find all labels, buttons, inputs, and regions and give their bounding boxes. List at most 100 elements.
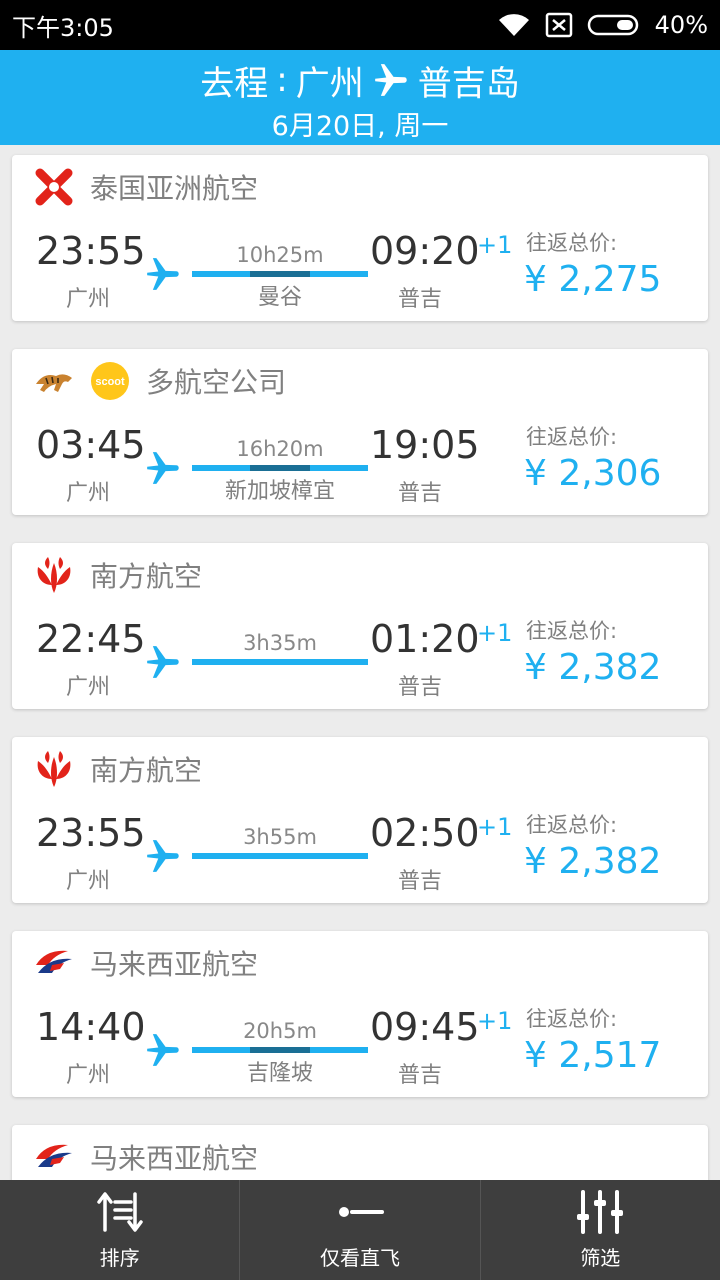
battery-level: 40%	[654, 11, 708, 39]
flight-duration: 3h55m	[243, 825, 317, 849]
flight-card[interactable]: 泰国亚洲航空 23:55 广州 10h25m 曼谷 09:20 +1 普吉 往返…	[12, 155, 708, 321]
airline-name: 南方航空	[90, 560, 203, 593]
arrival-time: 19:05	[370, 423, 480, 467]
airline-row: 泰国亚洲航空	[34, 165, 258, 209]
arrival-city: 普吉	[398, 675, 443, 700]
flight-card[interactable]: 马来西亚航空	[12, 1125, 708, 1180]
route-line	[192, 1047, 368, 1053]
sort-icon	[96, 1191, 143, 1232]
arrival-city: 普吉	[398, 287, 443, 312]
airplane-icon	[147, 1034, 179, 1066]
route-origin: 广州	[295, 63, 364, 104]
flight-card[interactable]: 南方航空 23:55 广州 3h55m 02:50 +1 普吉 往返总价: ¥ …	[12, 737, 708, 903]
route-separator: :	[276, 60, 288, 100]
china-southern-logo	[37, 557, 71, 593]
airplane-icon	[147, 452, 179, 484]
price-label: 往返总价:	[526, 425, 618, 449]
route-title: 去程 : 广州 普吉岛	[0, 58, 720, 104]
price-label: 往返总价:	[526, 813, 618, 837]
scoot-logo: scoot	[91, 362, 129, 400]
arrival-time: 09:45	[370, 1005, 480, 1049]
departure-time: 22:45	[36, 617, 146, 661]
direct-flight-icon	[338, 1206, 384, 1217]
airplane-icon	[374, 64, 407, 96]
flight-duration: 16h20m	[236, 437, 324, 461]
stopover-city: 新加坡樟宜	[224, 479, 335, 504]
departure-city: 广州	[66, 869, 111, 894]
round-trip-price: ¥ 2,306	[524, 453, 662, 494]
arrival-city: 普吉	[398, 869, 443, 894]
wifi-icon	[498, 14, 529, 36]
flight-list[interactable]: 泰国亚洲航空 23:55 广州 10h25m 曼谷 09:20 +1 普吉 往返…	[0, 145, 720, 1180]
departure-time: 23:55	[36, 811, 146, 855]
airplane-icon	[147, 646, 179, 678]
departure-time: 03:45	[36, 423, 146, 467]
tab-label: 筛选	[580, 1245, 621, 1270]
sort-button[interactable]: 排序	[0, 1180, 239, 1280]
airline-name: 泰国亚洲航空	[90, 172, 259, 205]
stopover-segment	[250, 271, 310, 277]
round-trip-price: ¥ 2,517	[524, 1035, 662, 1076]
tab-label: 排序	[99, 1245, 140, 1270]
departure-city: 广州	[66, 481, 111, 506]
airline-row: 马来西亚航空	[34, 1135, 258, 1179]
airasia-logo	[35, 168, 73, 206]
route-line	[192, 659, 368, 665]
flight-card[interactable]: scoot 多航空公司 03:45 广州 16h20m 新加坡樟宜 19:05 …	[12, 349, 708, 515]
next-day-indicator: +1	[477, 231, 513, 259]
next-day-indicator: +1	[477, 813, 513, 841]
arrival-time: 01:20	[370, 617, 480, 661]
stopover-city: 曼谷	[257, 285, 302, 310]
status-bar: 下午3:05 40%	[0, 0, 720, 50]
travel-date: 6月20日, 周一	[271, 111, 449, 142]
round-trip-price: ¥ 2,382	[524, 841, 662, 882]
departure-time: 14:40	[36, 1005, 146, 1049]
airline-row: 南方航空	[34, 747, 202, 791]
route-line	[192, 465, 368, 471]
stopover-segment	[250, 1047, 310, 1053]
svg-text:scoot: scoot	[95, 376, 125, 388]
round-trip-price: ¥ 2,275	[524, 259, 662, 300]
battery-icon	[587, 14, 638, 36]
status-time: 下午3:05	[12, 13, 114, 42]
airplane-icon	[147, 258, 179, 290]
arrival-time: 09:20	[370, 229, 480, 273]
flight-card[interactable]: 马来西亚航空 14:40 广州 20h5m 吉隆坡 09:45 +1 普吉 往返…	[12, 931, 708, 1097]
filter-button[interactable]: 筛选	[479, 1180, 720, 1280]
price-label: 往返总价:	[526, 1007, 618, 1031]
airline-name: 马来西亚航空	[90, 1142, 259, 1175]
malaysia-airlines-logo	[36, 950, 72, 973]
airline-row: 马来西亚航空	[34, 941, 258, 985]
stopover-segment	[250, 465, 310, 471]
next-day-indicator: +1	[477, 619, 513, 647]
route-destination: 普吉岛	[417, 63, 520, 104]
flight-duration: 10h25m	[236, 243, 324, 267]
route-header: 去程 : 广州 普吉岛 6月20日, 周一	[0, 50, 720, 145]
no-sim-icon	[545, 12, 572, 38]
flight-duration: 20h5m	[243, 1019, 317, 1043]
departure-city: 广州	[66, 675, 111, 700]
tiger-logo	[36, 374, 72, 392]
airline-name: 南方航空	[90, 754, 203, 787]
price-label: 往返总价:	[526, 619, 618, 643]
departure-time: 23:55	[36, 229, 146, 273]
round-trip-price: ¥ 2,382	[524, 647, 662, 688]
filter-icon	[577, 1189, 624, 1234]
direct-only-button[interactable]: 仅看直飞	[239, 1180, 479, 1280]
airline-row: scoot 多航空公司	[34, 359, 286, 403]
arrival-city: 普吉	[398, 1063, 443, 1088]
china-southern-logo	[37, 751, 71, 787]
departure-city: 广州	[66, 1063, 111, 1088]
arrival-time: 02:50	[370, 811, 480, 855]
tab-label: 仅看直飞	[319, 1245, 400, 1270]
next-day-indicator: +1	[477, 1007, 513, 1035]
arrival-city: 普吉	[398, 481, 443, 506]
bottom-toolbar: 排序 仅看直飞 筛选	[0, 1180, 720, 1280]
malaysia-airlines-logo	[36, 1144, 72, 1167]
airline-name: 多航空公司	[146, 366, 287, 399]
airplane-icon	[147, 840, 179, 872]
flight-card[interactable]: 南方航空 22:45 广州 3h35m 01:20 +1 普吉 往返总价: ¥ …	[12, 543, 708, 709]
price-label: 往返总价:	[526, 231, 618, 255]
flight-duration: 3h35m	[243, 631, 317, 655]
airline-name: 马来西亚航空	[90, 948, 259, 981]
